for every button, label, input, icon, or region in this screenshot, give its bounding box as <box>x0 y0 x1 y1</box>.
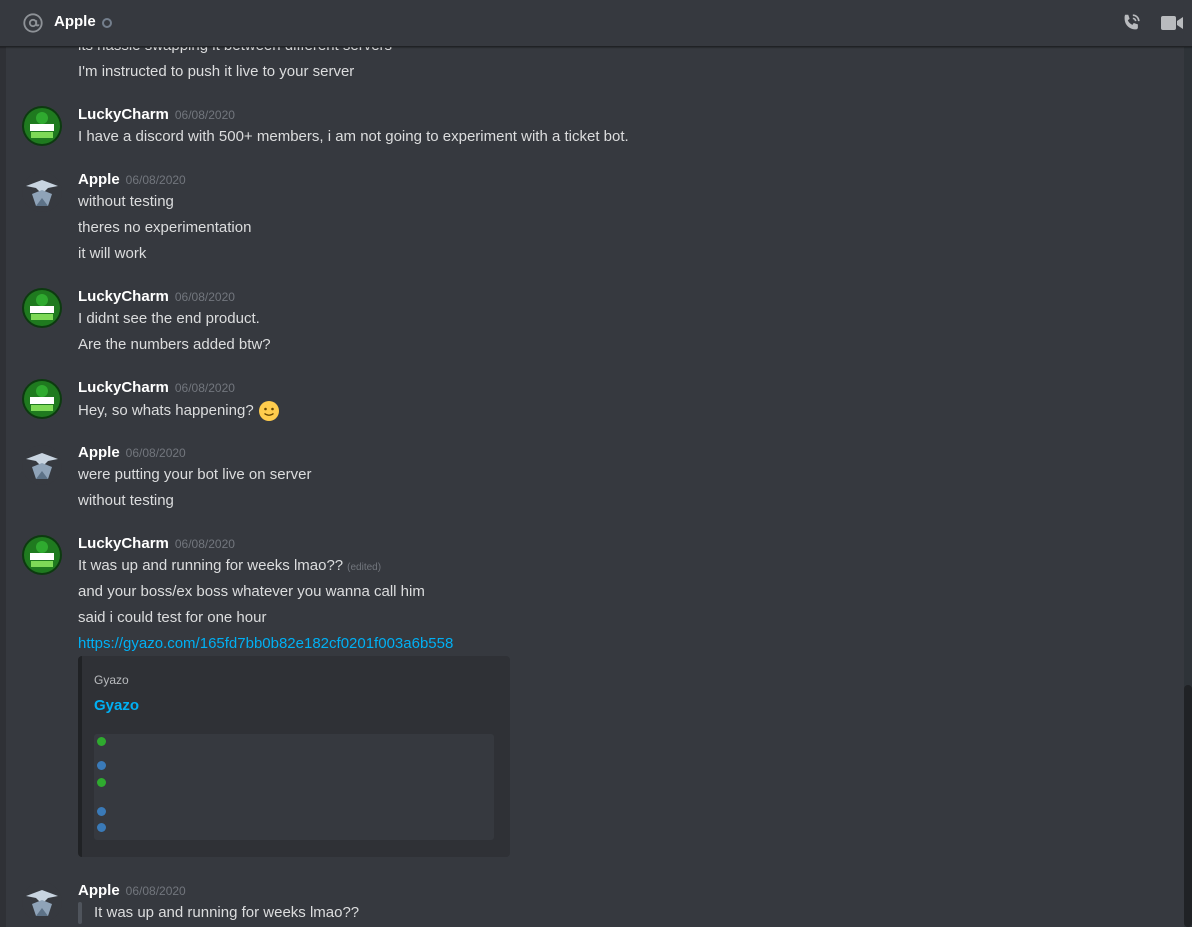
message-timestamp: 06/08/2020 <box>125 884 186 898</box>
scrollbar-track[interactable] <box>1184 47 1192 927</box>
message-text: I have a discord with 500+ members, i am… <box>78 128 629 145</box>
video-icon[interactable] <box>1160 13 1184 33</box>
embed-thumbnail-image[interactable] <box>94 734 494 840</box>
scrollbar-thumb[interactable] <box>1184 685 1192 927</box>
luckycharm-avatar[interactable] <box>22 535 62 575</box>
message-author[interactable]: Apple 06/08/2020 <box>78 443 186 463</box>
apple-avatar[interactable] <box>22 445 62 485</box>
message-author[interactable]: Apple 06/08/2020 <box>78 170 186 190</box>
luckycharm-avatar[interactable] <box>22 288 62 328</box>
mini-avatar <box>97 778 106 787</box>
message-text: Hey, so whats happening? <box>78 400 280 422</box>
message-text: it will work <box>78 245 147 262</box>
message-timestamp: 06/08/2020 <box>125 173 186 187</box>
quote-bar <box>78 902 82 924</box>
message-link[interactable]: https://gyazo.com/165fd7bb0b82e182cf0201… <box>78 634 453 654</box>
call-icon[interactable] <box>1120 12 1142 34</box>
message-author[interactable]: LuckyCharm 06/08/2020 <box>78 534 235 554</box>
message-text: theres no experimentation <box>78 219 252 236</box>
slightly-smiling-face-icon <box>258 401 279 421</box>
dm-title: Apple <box>54 13 96 30</box>
message-text: said i could test for one hour <box>78 609 267 626</box>
message-author[interactable]: LuckyCharm 06/08/2020 <box>78 378 235 398</box>
message-text: were putting your bot live on server <box>78 466 312 483</box>
mini-avatar <box>97 761 106 770</box>
channel-header: Apple <box>0 0 1192 47</box>
mini-avatar <box>97 737 106 746</box>
message-text: and your boss/ex boss whatever you wanna… <box>78 583 425 600</box>
message-text: It was up and running for weeks lmao?? (e… <box>78 557 382 574</box>
message-text: I'm instructed to push it live to your s… <box>78 63 355 80</box>
message-text: without testing <box>78 492 174 509</box>
message-timestamp: 06/08/2020 <box>174 290 235 304</box>
message-timestamp: 06/08/2020 <box>125 446 186 460</box>
message-timestamp: 06/08/2020 <box>174 381 235 395</box>
message-text: I didnt see the end product. <box>78 310 260 327</box>
message-author[interactable]: Apple 06/08/2020 <box>78 881 186 901</box>
embed-title[interactable]: Gyazo <box>94 697 139 714</box>
luckycharm-avatar[interactable] <box>22 379 62 419</box>
message-list[interactable]: its hassle swapping it between different… <box>0 47 1180 927</box>
message-timestamp: 06/08/2020 <box>174 108 235 122</box>
mini-avatar <box>97 823 106 832</box>
mini-avatar <box>97 807 106 816</box>
apple-avatar[interactable] <box>22 172 62 212</box>
embed-provider[interactable]: Gyazo <box>94 673 129 687</box>
link-embed: Gyazo Gyazo <box>78 656 510 857</box>
luckycharm-avatar[interactable] <box>22 106 62 146</box>
message-text: Are the numbers added btw? <box>78 336 271 353</box>
quoted-text: It was up and running for weeks lmao?? <box>94 904 360 921</box>
message-timestamp: 06/08/2020 <box>174 537 235 551</box>
at-icon <box>23 13 43 33</box>
apple-avatar[interactable] <box>22 882 62 922</box>
message-author[interactable]: LuckyCharm 06/08/2020 <box>78 287 235 307</box>
message-text: its hassle swapping it between different… <box>78 47 392 56</box>
edited-label: (edited) <box>347 562 382 573</box>
status-offline-icon <box>102 18 112 28</box>
message-text: without testing <box>78 193 174 210</box>
message-author[interactable]: LuckyCharm 06/08/2020 <box>78 105 235 125</box>
